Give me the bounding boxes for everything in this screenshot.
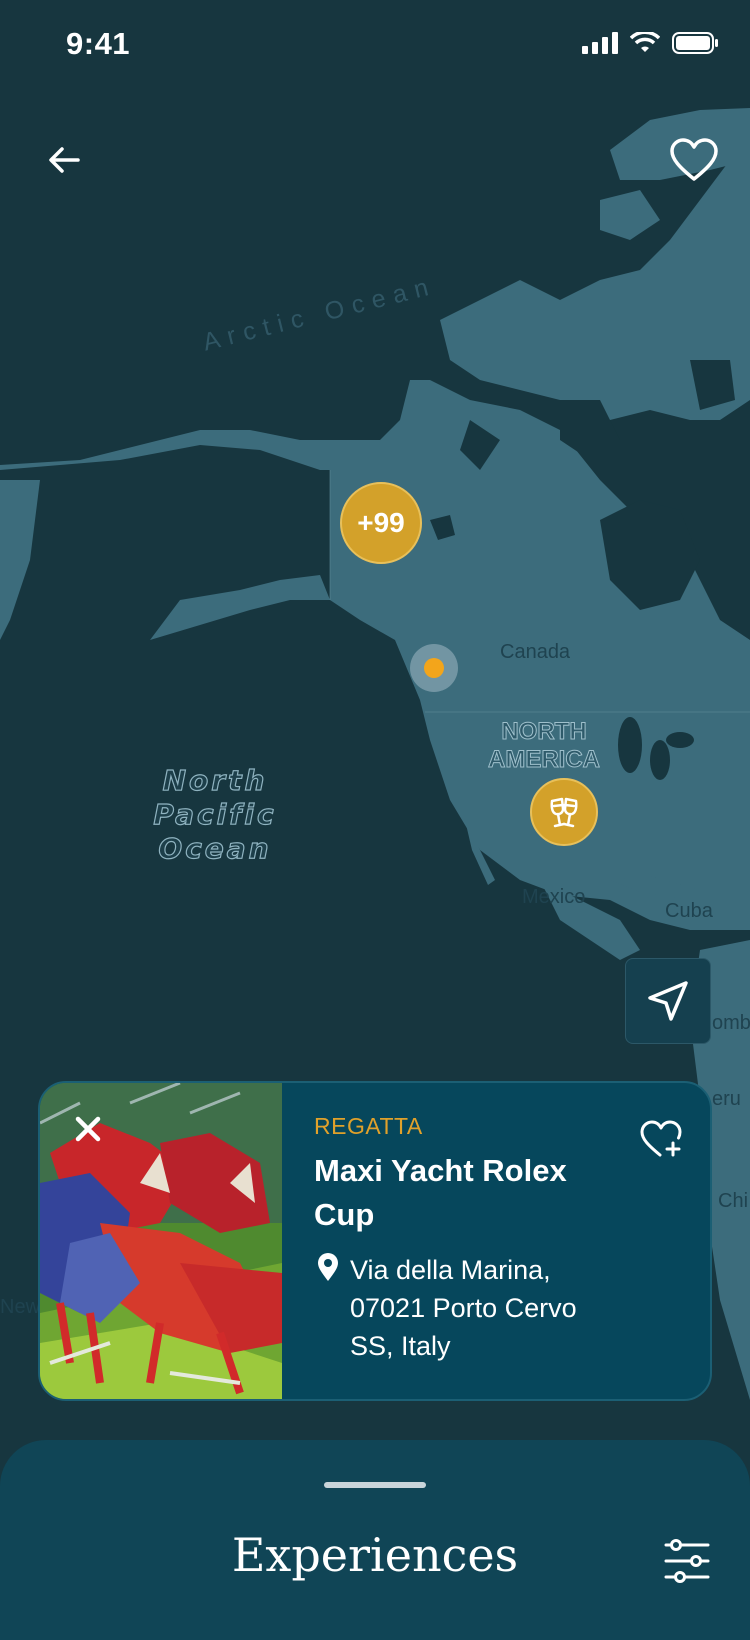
wifi-icon: [630, 32, 660, 52]
favorite-button[interactable]: [666, 132, 722, 188]
canada-label: Canada: [500, 641, 571, 663]
north-america-label: NORTH AMERICA: [488, 718, 601, 774]
heart-icon: [670, 138, 718, 181]
close-icon: [75, 1116, 101, 1142]
status-time: 9:41: [66, 26, 131, 61]
pacific-ocean-label: North Pacific Ocean: [153, 763, 277, 865]
location-pin-icon: [318, 1253, 338, 1281]
event-title: Maxi Yacht Rolex Cup: [314, 1153, 567, 1232]
event-address: Via della Marina, 07021 Porto Cervo SS, …: [350, 1255, 577, 1361]
back-arrow-icon: [49, 147, 80, 173]
sheet-title: Experiences: [231, 1528, 519, 1582]
peru-label: eru: [712, 1088, 741, 1110]
sheet-drag-handle[interactable]: [324, 1482, 426, 1488]
colombia-label: omb: [712, 1012, 750, 1034]
new-label: New: [0, 1296, 41, 1318]
cuba-label: Cuba: [665, 900, 713, 922]
navigation-arrow-icon: [648, 981, 688, 1021]
add-favorite-button[interactable]: [638, 1115, 686, 1163]
battery-icon: [672, 32, 718, 54]
locate-me-button[interactable]: [625, 958, 711, 1044]
back-button[interactable]: [36, 132, 92, 188]
status-icons: [582, 32, 718, 54]
user-location-marker: [410, 644, 458, 692]
filter-button[interactable]: [662, 1536, 712, 1586]
event-map-pin[interactable]: [530, 778, 598, 846]
mexico-label: Mexico: [522, 886, 586, 908]
event-card[interactable]: REGATTA Maxi Yacht Rolex Cup Via della M…: [38, 1081, 712, 1401]
status-bar: 9:41: [0, 0, 750, 90]
cellular-signal-icon: [582, 32, 618, 54]
champagne-glasses-icon: [550, 797, 578, 828]
user-location-dot: [424, 658, 444, 678]
map-cluster-marker[interactable]: +99: [340, 482, 422, 564]
heart-plus-icon: [640, 1120, 682, 1157]
close-card-button[interactable]: [68, 1109, 108, 1149]
filter-sliders-icon: [664, 1539, 710, 1583]
event-category: REGATTA: [314, 1113, 423, 1139]
chile-label: Chi: [718, 1190, 749, 1212]
bottom-sheet[interactable]: Experiences: [0, 1440, 750, 1640]
